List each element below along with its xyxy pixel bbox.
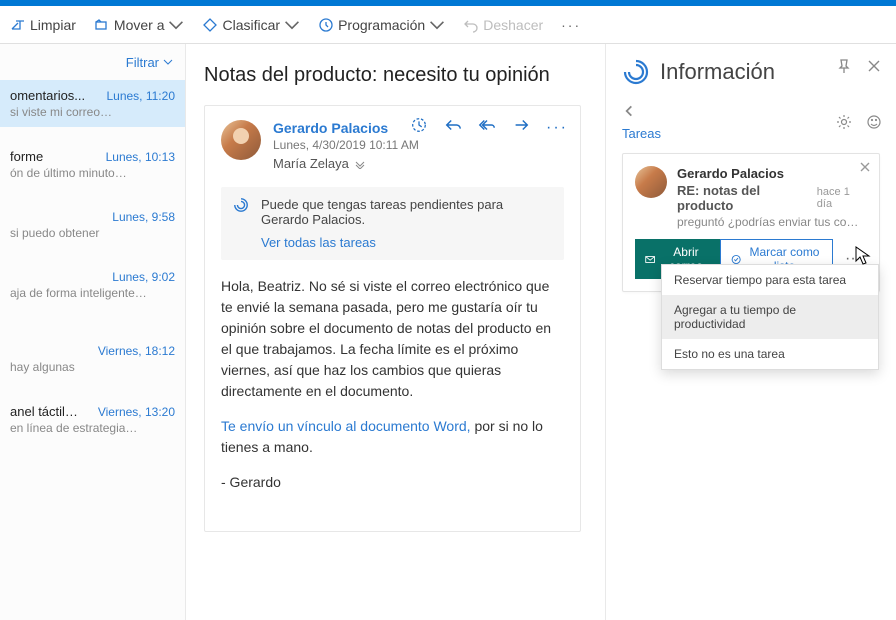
clock-icon	[318, 17, 334, 33]
mouse-cursor	[855, 246, 871, 266]
task-age: hace 1 día	[817, 186, 867, 210]
toolbar-programacion-label: Programación	[338, 17, 425, 33]
toolbar-clasificar-label: Clasificar	[222, 17, 280, 33]
message-list-item[interactable]: anel táctil… Viernes, 13:20 en línea de …	[0, 396, 185, 443]
gear-icon	[836, 114, 852, 130]
folder-move-icon	[94, 17, 110, 33]
message-list-item[interactable]: Lunes, 9:02 aja de forma inteligente…	[0, 262, 185, 308]
reply-all-icon	[478, 116, 496, 134]
insights-title: Información	[660, 59, 775, 85]
close-icon	[866, 58, 882, 74]
undo-icon	[463, 17, 479, 33]
chevron-down-icon	[429, 17, 445, 33]
msg-subject: omentarios...	[10, 88, 85, 103]
email-recipient: María Zelaya	[273, 156, 419, 171]
insights-logo-icon	[622, 58, 650, 86]
snooze-button[interactable]	[410, 116, 428, 139]
toolbar-limpiar-label: Limpiar	[30, 17, 76, 33]
email-body: Hola, Beatriz. No sé si viste el correo …	[221, 276, 564, 493]
task-avatar	[635, 166, 667, 198]
settings-button[interactable]	[836, 114, 852, 135]
msg-time: Viernes, 13:20	[98, 405, 175, 419]
message-list-pane: Filtrar omentarios... Lunes, 11:20 si vi…	[0, 44, 186, 620]
msg-time: Lunes, 9:58	[112, 210, 175, 224]
forward-icon	[512, 116, 530, 134]
view-all-tasks-link[interactable]: Ver todas las tareas	[261, 235, 550, 250]
task-card: Gerardo Palacios RE: notas del producto …	[622, 153, 880, 292]
toolbar-programacion[interactable]: Programación	[318, 17, 445, 33]
chevron-down-icon	[284, 17, 300, 33]
smiley-icon	[866, 114, 882, 130]
message-list-item[interactable]: Lunes, 9:58 si puedo obtener	[0, 202, 185, 248]
email-datetime: Lunes, 4/30/2019 10:11 AM	[273, 138, 419, 152]
msg-preview: ón de último minuto…	[10, 166, 175, 180]
toolbar-limpiar[interactable]: Limpiar	[10, 17, 76, 33]
message-list-item[interactable]: forme Lunes, 10:13 ón de último minuto…	[0, 141, 185, 188]
email-card-actions: ···	[410, 116, 568, 139]
msg-preview: en línea de estrategia…	[10, 421, 175, 435]
email-title: Notas del producto: necesito tu opinión	[204, 64, 581, 87]
feedback-button[interactable]	[866, 114, 882, 135]
msg-time: Viernes, 18:12	[98, 344, 175, 358]
more-actions-button[interactable]: ···	[546, 119, 568, 137]
sender-name[interactable]: Gerardo Palacios	[273, 120, 419, 136]
msg-time: Lunes, 10:13	[106, 150, 175, 164]
toolbar-deshacer-label: Deshacer	[483, 17, 543, 33]
task-card-close[interactable]	[859, 160, 871, 178]
sweep-icon	[10, 17, 26, 33]
task-swirl-icon	[233, 197, 249, 216]
task-more-dropdown: Reservar tiempo para esta tarea Agregar …	[661, 264, 879, 370]
reply-all-button[interactable]	[478, 116, 496, 139]
toolbar-mover-label: Mover a	[114, 17, 165, 33]
task-sender-name: Gerardo Palacios	[677, 166, 867, 181]
insights-pane: Información Tareas Gerardo Palacios	[606, 44, 896, 620]
toolbar-clasificar[interactable]: Clasificar	[202, 17, 300, 33]
command-toolbar: Limpiar Mover a Clasificar Programación …	[0, 6, 896, 44]
msg-time: Lunes, 9:02	[112, 270, 175, 284]
msg-preview: si viste mi correo…	[10, 105, 175, 119]
mail-icon	[645, 253, 655, 266]
msg-subject: anel táctil…	[10, 404, 78, 419]
reading-pane: Notas del producto: necesito tu opinión …	[186, 44, 606, 620]
chevron-left-icon	[622, 104, 636, 118]
reply-button[interactable]	[444, 116, 462, 139]
filter-button[interactable]: Filtrar	[0, 44, 185, 80]
message-list-item[interactable]: omentarios... Lunes, 11:20 si viste mi c…	[0, 80, 185, 127]
msg-preview: hay algunas	[10, 360, 175, 374]
dropdown-opt-reserve-time[interactable]: Reservar tiempo para esta tarea	[662, 265, 878, 295]
reply-icon	[444, 116, 462, 134]
message-list-item[interactable]: Viernes, 18:12 hay algunas	[0, 336, 185, 382]
task-preview: preguntó ¿podrías enviar tus co…	[677, 215, 867, 229]
msg-time: Lunes, 11:20	[106, 89, 175, 103]
chevron-down-icon	[163, 57, 173, 67]
msg-preview: aja de forma inteligente…	[10, 286, 175, 300]
snooze-clock-icon	[410, 116, 428, 134]
close-pane-button[interactable]	[866, 58, 882, 79]
email-body-p1: Hola, Beatriz. No sé si viste el correo …	[221, 276, 564, 402]
chevron-down-icon	[168, 17, 184, 33]
email-body-link[interactable]: Te envío un vínculo al documento Word,	[221, 418, 471, 434]
chevron-down-icon[interactable]	[355, 159, 365, 169]
tag-icon	[202, 17, 218, 33]
pin-icon	[836, 58, 852, 74]
msg-subject: forme	[10, 149, 43, 164]
msg-preview: si puedo obtener	[10, 226, 175, 240]
task-subject: RE: notas del producto	[677, 183, 817, 213]
recipient-name: María Zelaya	[273, 156, 349, 171]
dropdown-opt-not-a-task[interactable]: Esto no es una tarea	[662, 339, 878, 369]
toolbar-deshacer[interactable]: Deshacer	[463, 17, 543, 33]
task-notice-text: Puede que tengas tareas pendientes para …	[261, 197, 503, 227]
filter-label: Filtrar	[126, 55, 159, 70]
dropdown-opt-add-productivity[interactable]: Agregar a tu tiempo de productividad	[662, 295, 878, 339]
email-card: ··· Gerardo Palacios Lunes, 4/30/2019 10…	[204, 105, 581, 532]
sender-avatar	[221, 120, 261, 160]
toolbar-overflow[interactable]: ···	[561, 17, 581, 33]
forward-button[interactable]	[512, 116, 530, 139]
close-icon	[859, 161, 871, 173]
pending-task-notice: Puede que tengas tareas pendientes para …	[221, 187, 564, 260]
pin-button[interactable]	[836, 58, 852, 79]
email-signoff: - Gerardo	[221, 472, 564, 493]
toolbar-mover[interactable]: Mover a	[94, 17, 185, 33]
